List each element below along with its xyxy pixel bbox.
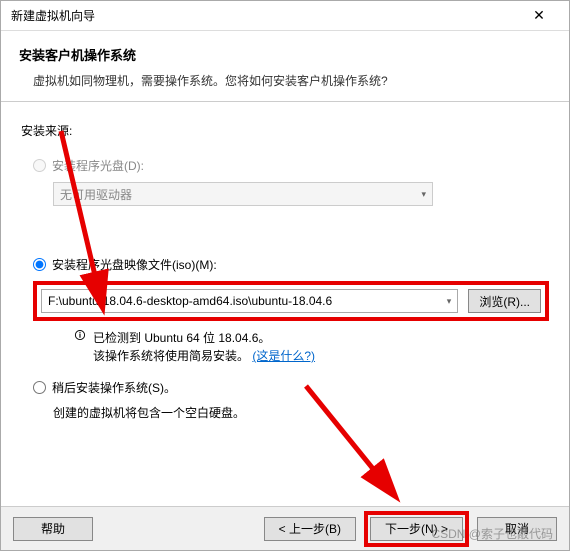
wizard-window: 新建虚拟机向导 ✕ 安装客户机操作系统 虚拟机如同物理机，需要操作系统。您将如何… [0, 0, 570, 551]
chevron-down-icon: ▾ [421, 189, 426, 200]
titlebar: 新建虚拟机向导 ✕ [1, 1, 569, 31]
highlight-iso-row: F:\ubuntu-18.04.6-desktop-amd64.iso\ubun… [33, 281, 549, 321]
easy-install-help-link[interactable]: (这是什么?) [252, 349, 315, 363]
wizard-content: 安装来源: 安装程序光盘(D): 无可用驱动器 ▾ 安装程序光盘映像文件(iso… [1, 102, 569, 431]
radio-installer-disc[interactable] [33, 159, 46, 172]
wizard-header: 安装客户机操作系统 虚拟机如同物理机，需要操作系统。您将如何安装客户机操作系统? [1, 31, 569, 102]
window-title: 新建虚拟机向导 [11, 7, 95, 24]
wizard-footer: 帮助 < 上一步(B) 下一步(N) > 取消 [1, 506, 569, 550]
info-icon: 🛈 [73, 329, 87, 343]
install-later-note: 创建的虚拟机将包含一个空白硬盘。 [53, 404, 549, 421]
highlight-next-button: 下一步(N) > [364, 511, 469, 547]
iso-path-value: F:\ubuntu-18.04.6-desktop-amd64.iso\ubun… [48, 294, 332, 308]
label-iso-file: 安装程序光盘映像文件(iso)(M): [52, 256, 217, 273]
chevron-down-icon: ▾ [447, 296, 452, 307]
radio-iso-file[interactable] [33, 258, 46, 271]
radio-install-later[interactable] [33, 381, 46, 394]
close-button[interactable]: ✕ [517, 2, 561, 30]
label-installer-disc: 安装程序光盘(D): [52, 157, 144, 174]
option-iso-file[interactable]: 安装程序光盘映像文件(iso)(M): [33, 256, 549, 273]
browse-button[interactable]: 浏览(R)... [468, 289, 541, 313]
close-icon: ✕ [533, 7, 545, 24]
header-title: 安装客户机操作系统 [19, 45, 551, 64]
detected-line1: 已检测到 Ubuntu 64 位 18.04.6。 [93, 329, 315, 347]
help-button[interactable]: 帮助 [13, 517, 93, 541]
header-description: 虚拟机如同物理机，需要操作系统。您将如何安装客户机操作系统? [19, 72, 551, 89]
option-install-later[interactable]: 稍后安装操作系统(S)。 [33, 379, 549, 396]
iso-path-input[interactable]: F:\ubuntu-18.04.6-desktop-amd64.iso\ubun… [41, 289, 458, 313]
option-installer-disc[interactable]: 安装程序光盘(D): [33, 157, 549, 174]
disc-drive-value: 无可用驱动器 [60, 186, 132, 203]
source-label: 安装来源: [21, 122, 549, 139]
back-button[interactable]: < 上一步(B) [264, 517, 356, 541]
install-source-group: 安装程序光盘(D): 无可用驱动器 ▾ 安装程序光盘映像文件(iso)(M): … [21, 157, 549, 421]
detected-line2: 该操作系统将使用简易安装。 [93, 349, 249, 363]
label-install-later: 稍后安装操作系统(S)。 [52, 379, 176, 396]
detected-info: 🛈 已检测到 Ubuntu 64 位 18.04.6。 该操作系统将使用简易安装… [73, 329, 549, 365]
cancel-button[interactable]: 取消 [477, 517, 557, 541]
disc-drive-dropdown: 无可用驱动器 ▾ [53, 182, 433, 206]
next-button[interactable]: 下一步(N) > [370, 517, 463, 541]
